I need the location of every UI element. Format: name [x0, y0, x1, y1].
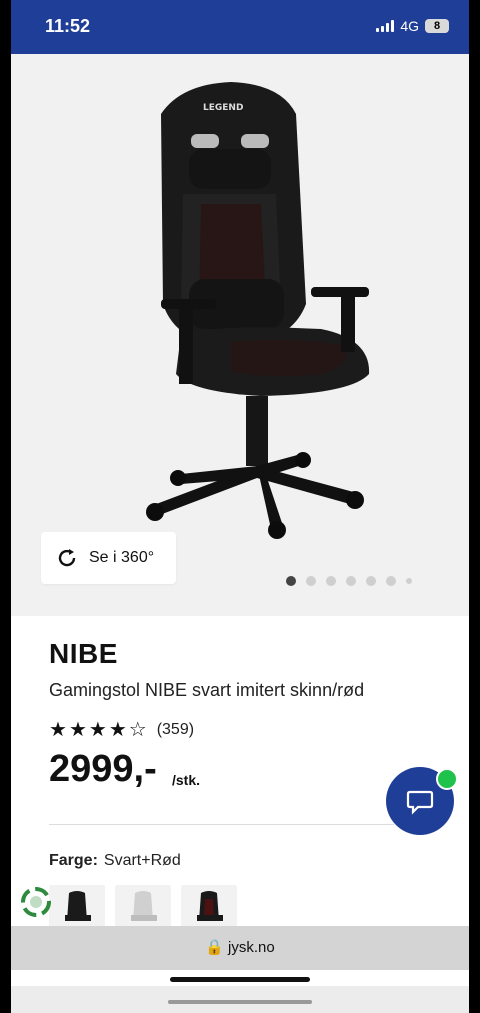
swatch-white[interactable]: [115, 885, 171, 929]
gallery-dot[interactable]: [406, 578, 412, 584]
swatch-black[interactable]: [49, 885, 105, 929]
price-unit: /stk.: [172, 772, 201, 788]
divider: [49, 824, 394, 825]
product-image-gallery[interactable]: LEGEND Se i 360°: [11, 54, 469, 616]
home-indicator[interactable]: [170, 977, 310, 982]
swatch-black-red[interactable]: [181, 885, 237, 929]
status-time: 11:52: [45, 16, 91, 36]
star-filled-icon: ★: [68, 719, 87, 741]
star-empty-icon: ☆: [128, 719, 147, 741]
battery-icon: 8: [425, 19, 449, 33]
chat-bubble-icon: [406, 790, 434, 815]
signal-icon: [376, 20, 395, 32]
status-bar: 11:52 4G 8: [11, 0, 469, 54]
view-360-label: Se i 360°: [89, 549, 155, 566]
browser-url-bar[interactable]: 🔒 jysk.no: [11, 926, 469, 970]
gallery-dot[interactable]: [346, 576, 356, 586]
gallery-dot[interactable]: [386, 576, 396, 586]
rotate-icon: [58, 549, 76, 567]
status-right: 4G 8: [376, 18, 449, 34]
loading-spinner-icon: [21, 887, 51, 917]
product-subtitle: Gamingstol NIBE svart imitert skinn/rød: [49, 680, 365, 700]
network-type: 4G: [400, 18, 419, 34]
gallery-dot[interactable]: [326, 576, 336, 586]
gallery-dot[interactable]: [306, 576, 316, 586]
color-swatches: [49, 885, 237, 929]
phone-screen: 11:52 4G 8 ⌄ LEGEND: [11, 0, 469, 1013]
url-domain: jysk.no: [228, 939, 275, 956]
online-status-badge: [436, 768, 458, 790]
product-rating[interactable]: ★ ★ ★ ★ ☆ (359): [49, 720, 194, 740]
rating-count[interactable]: (359): [157, 721, 194, 739]
star-filled-icon: ★: [49, 719, 67, 741]
color-selector-label: Farge: Svart+Rød: [49, 852, 181, 870]
gaming-chair-image: LEGEND: [146, 82, 370, 539]
gallery-dot[interactable]: [366, 576, 376, 586]
chair-logo: LEGEND: [203, 103, 243, 113]
url-text: 🔒 jysk.no: [11, 938, 469, 956]
view-360-button[interactable]: Se i 360°: [41, 532, 176, 584]
lock-icon: 🔒: [205, 939, 224, 956]
product-price: 2999,-: [49, 748, 157, 790]
color-label: Farge:: [49, 852, 98, 869]
star-filled-icon: ★: [108, 719, 127, 741]
battery-level: 8: [433, 20, 441, 32]
gallery-pagination[interactable]: [286, 576, 412, 586]
gallery-dot[interactable]: [286, 576, 296, 586]
product-brand: NIBE: [49, 638, 118, 669]
star-filled-icon: ★: [88, 719, 107, 741]
bottom-line: [168, 1000, 312, 1004]
color-value: Svart+Rød: [103, 852, 181, 869]
